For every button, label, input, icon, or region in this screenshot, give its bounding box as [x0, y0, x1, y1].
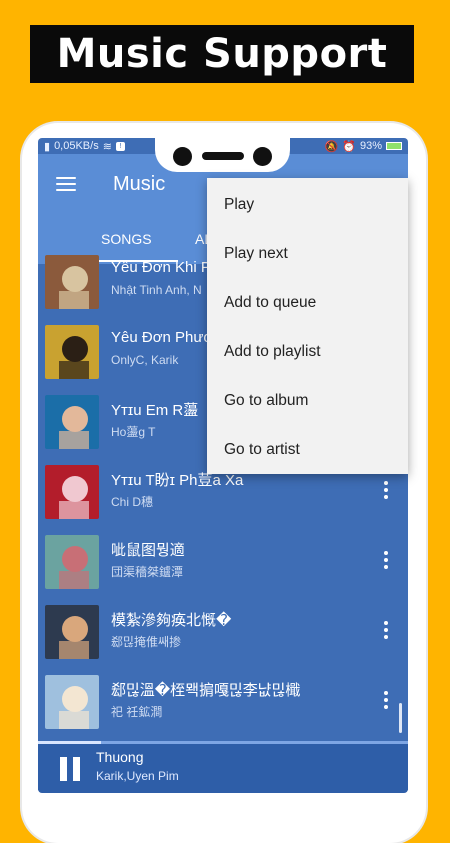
song-artist: Ho蘯g T [111, 425, 156, 439]
alarm-icon: ⏰ [342, 140, 356, 153]
player-title: Thuong [96, 749, 144, 765]
banner-title: Music Support [56, 31, 388, 77]
menu-item-add-to-playlist[interactable]: Add to playlist [207, 327, 408, 376]
promo-banner: Music Support [30, 25, 414, 83]
song-title: Yᴛɪu Em R蘯 [111, 402, 199, 419]
menu-item-go-to-album[interactable]: Go to album [207, 376, 408, 425]
album-art [45, 465, 99, 519]
player-artist: Karik,Uyen Pim [96, 769, 179, 783]
song-title: 郄믾溫�桎뫡掮嘎믾李냢믾檝 [111, 682, 301, 699]
context-menu: Play Play next Add to queue Add to playlist… [207, 178, 408, 474]
notification-icon: ! [115, 141, 125, 151]
network-speed: 0,05KB/s [54, 140, 99, 152]
more-vert-icon[interactable] [384, 691, 388, 709]
mute-icon: 🔕 [324, 140, 339, 153]
song-artist: 郄믾掩倠쌔掺 [111, 635, 182, 649]
menu-item-play-next[interactable]: Play next [207, 229, 408, 278]
app-title: Music [113, 172, 166, 195]
speaker-grille [202, 152, 244, 160]
album-art [45, 535, 99, 589]
song-row[interactable]: 郄믾溫�桎뫡掮嘎믾李냢믾檝祀 祍鉱澗 [38, 667, 408, 737]
album-art [45, 255, 99, 309]
song-artist: OnlyC, Karik [111, 353, 179, 367]
album-art [45, 395, 99, 449]
song-row[interactable]: 模紮滲夠痪北慨� 郄믾掩倠쌔掺 [38, 597, 408, 667]
battery-icon [386, 142, 402, 150]
song-artist: 団渠穡桀鑪潭 [111, 565, 184, 579]
more-vert-icon[interactable] [384, 481, 388, 499]
wifi-icon: ≋ [102, 140, 112, 153]
signal-icon: ▮ [44, 140, 51, 153]
menu-icon[interactable] [56, 177, 76, 191]
phone-notch [155, 138, 290, 172]
pause-icon[interactable] [60, 757, 80, 781]
more-vert-icon[interactable] [384, 621, 388, 639]
song-title: Yêu Đơn Khi P [111, 259, 211, 276]
album-art [45, 325, 99, 379]
scrollbar[interactable] [399, 703, 402, 733]
menu-item-add-to-queue[interactable]: Add to queue [207, 278, 408, 327]
battery-percent: 93% [359, 140, 382, 152]
camera-icon [173, 147, 192, 166]
song-title: 呲鼠图뭥適 [111, 542, 185, 559]
song-artist: Chi D穗 [111, 495, 154, 509]
album-art [45, 605, 99, 659]
more-vert-icon[interactable] [384, 551, 388, 569]
song-artist: Nhật Tinh Anh, N [111, 283, 202, 297]
song-title: Yêu Đơn Phươ [111, 329, 214, 346]
mini-player[interactable]: Thuong Karik,Uyen Pim [38, 741, 408, 793]
album-art [45, 675, 99, 729]
song-title: 模紮滲夠痪北慨� [111, 612, 232, 629]
song-artist: 祀 祍鉱澗 [111, 705, 163, 719]
menu-item-play[interactable]: Play [207, 180, 408, 229]
camera-icon [253, 147, 272, 166]
song-row[interactable]: 呲鼠图뭥適団渠穡桀鑪潭 [38, 527, 408, 597]
menu-item-go-to-artist[interactable]: Go to artist [207, 425, 408, 474]
player-progress-track[interactable] [38, 741, 408, 744]
player-progress-fill [38, 741, 101, 744]
